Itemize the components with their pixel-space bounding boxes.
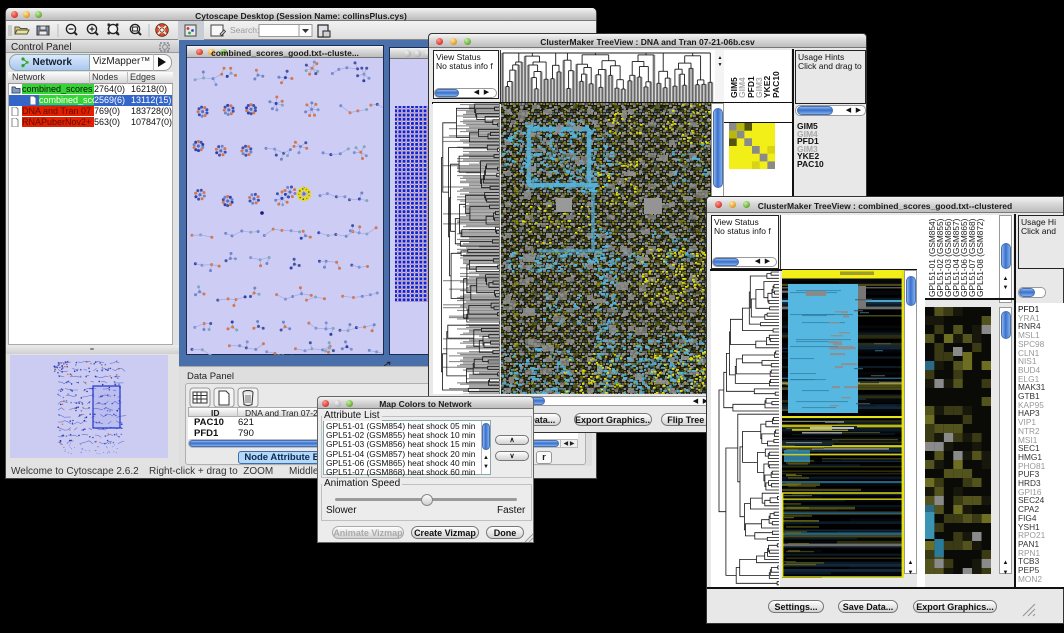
- svg-text:Search:: Search:: [230, 25, 259, 35]
